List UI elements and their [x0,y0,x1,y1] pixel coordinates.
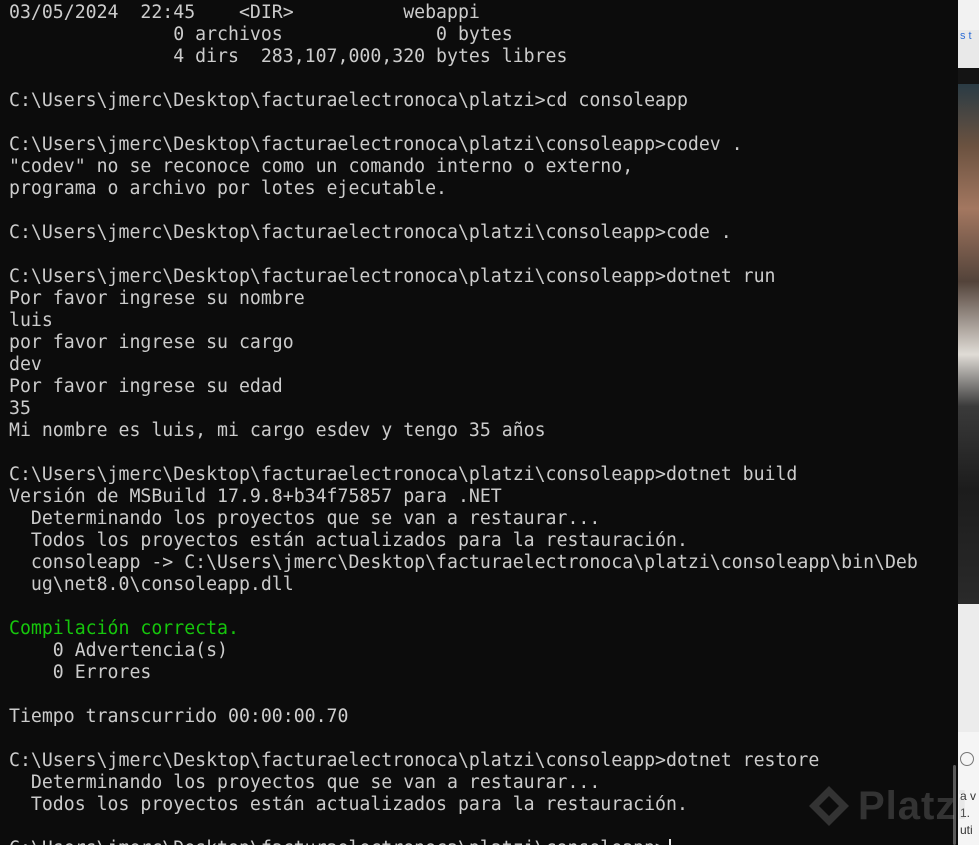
terminal-window[interactable]: 03/05/2024 22:45 <DIR> webappi 0 archivo… [0,0,958,845]
terminal-line: Mi nombre es luis, mi cargo esdev y teng… [9,420,918,442]
terminal-line-text: C:\Users\jmerc\Desktop\facturaelectronoc… [9,266,776,287]
terminal-line: por favor ingrese su cargo [9,332,918,354]
terminal-line-text: C:\Users\jmerc\Desktop\facturaelectronoc… [9,464,798,485]
terminal-line: C:\Users\jmerc\Desktop\facturaelectronoc… [9,464,918,486]
background-window-header [958,0,979,30]
terminal-line: Determinando los proyectos que se van a … [9,772,918,794]
platzi-watermark: Platzi [806,780,968,832]
terminal-line-text: Todos los proyectos están actualizados p… [9,530,688,551]
terminal-line-text: 4 dirs 283,107,000,320 bytes libres [9,46,568,67]
terminal-line-text: C:\Users\jmerc\Desktop\facturaelectronoc… [9,90,688,111]
terminal-line-text: C:\Users\jmerc\Desktop\facturaelectronoc… [9,134,743,155]
terminal-line: 35 [9,398,918,420]
terminal-line: Todos los proyectos están actualizados p… [9,794,918,816]
terminal-line-text: Por favor ingrese su edad [9,376,283,397]
background-browser-window: s t a v 1. uti [958,0,979,845]
terminal-line-text: programa o archivo por lotes ejecutable. [9,178,447,199]
terminal-line: consoleapp -> C:\Users\jmerc\Desktop\fac… [9,552,918,574]
terminal-line-text: C:\Users\jmerc\Desktop\facturaelectronoc… [9,750,820,771]
terminal-line-text: 0 archivos 0 bytes [9,24,513,45]
terminal-line: 03/05/2024 22:45 <DIR> webappi [9,2,918,24]
terminal-line: Por favor ingrese su edad [9,376,918,398]
background-video-thumbnail [958,84,979,604]
watermark-brand-text: Platzi [858,783,969,828]
terminal-line: C:\Users\jmerc\Desktop\facturaelectronoc… [9,222,918,244]
terminal-line: Todos los proyectos están actualizados p… [9,530,918,552]
terminal-line: Por favor ingrese su nombre [9,288,918,310]
terminal-line: 0 Advertencia(s) [9,640,918,662]
terminal-line: 4 dirs 283,107,000,320 bytes libres [9,46,918,68]
terminal-line: C:\Users\jmerc\Desktop\facturaelectronoc… [9,90,918,112]
terminal-line: dev [9,354,918,376]
terminal-line: 0 archivos 0 bytes [9,24,918,46]
terminal-line-text: ug\net8.0\consoleapp.dll [9,574,294,595]
terminal-output[interactable]: 03/05/2024 22:45 <DIR> webappi 0 archivo… [9,2,918,845]
terminal-line: C:\Users\jmerc\Desktop\facturaelectronoc… [9,266,918,288]
background-panel [958,604,979,732]
terminal-line-text: dev [9,354,42,375]
terminal-line-text: Por favor ingrese su nombre [9,288,305,309]
terminal-line-text: consoleapp -> C:\Users\jmerc\Desktop\fac… [9,552,918,573]
terminal-line-text: 03/05/2024 22:45 <DIR> webappi [9,2,480,23]
terminal-line-text: Versión de MSBuild 17.9.8+b34f75857 para… [9,486,502,507]
terminal-line: luis [9,310,918,332]
prompt-line: C:\Users\jmerc\Desktop\facturaelectronoc… [9,838,918,845]
globe-icon [960,752,974,766]
terminal-line: ug\net8.0\consoleapp.dll [9,574,918,596]
terminal-line-text: 35 [9,398,31,419]
terminal-line: programa o archivo por lotes ejecutable. [9,178,918,200]
terminal-line: C:\Users\jmerc\Desktop\facturaelectronoc… [9,134,918,156]
terminal-line-text: C:\Users\jmerc\Desktop\facturaelectronoc… [9,222,732,243]
terminal-line-text: 0 Advertencia(s) [9,640,228,661]
terminal-line-text: por favor ingrese su cargo [9,332,294,353]
terminal-line-text: "codev" no se reconoce como un comando i… [9,156,634,177]
terminal-line-text: Tiempo transcurrido 00:00:00.70 [9,706,349,727]
background-dark-band [958,68,979,84]
background-link-fragment: s t [960,30,972,42]
terminal-line: Compilación correcta. [9,618,918,640]
terminal-line-text: Determinando los proyectos que se van a … [9,772,601,793]
terminal-line-text: 0 Errores [9,662,152,683]
terminal-line-text: Determinando los proyectos que se van a … [9,508,601,529]
terminal-line-text: Todos los proyectos están actualizados p… [9,794,688,815]
terminal-line-text: C:\Users\jmerc\Desktop\facturaelectronoc… [9,838,666,845]
terminal-line-text: luis [9,310,53,331]
terminal-line-text: Mi nombre es luis, mi cargo esdev y teng… [9,420,546,441]
terminal-line: Tiempo transcurrido 00:00:00.70 [9,706,918,728]
terminal-line-text: Compilación correcta. [9,618,239,639]
terminal-line: 0 Errores [9,662,918,684]
terminal-line: Versión de MSBuild 17.9.8+b34f75857 para… [9,486,918,508]
terminal-line: C:\Users\jmerc\Desktop\facturaelectronoc… [9,750,918,772]
terminal-scrollbar[interactable] [948,0,958,845]
terminal-line: Determinando los proyectos que se van a … [9,508,918,530]
platzi-logo-icon [809,786,849,826]
text-cursor [669,839,671,845]
terminal-line: "codev" no se reconoce como un comando i… [9,156,918,178]
